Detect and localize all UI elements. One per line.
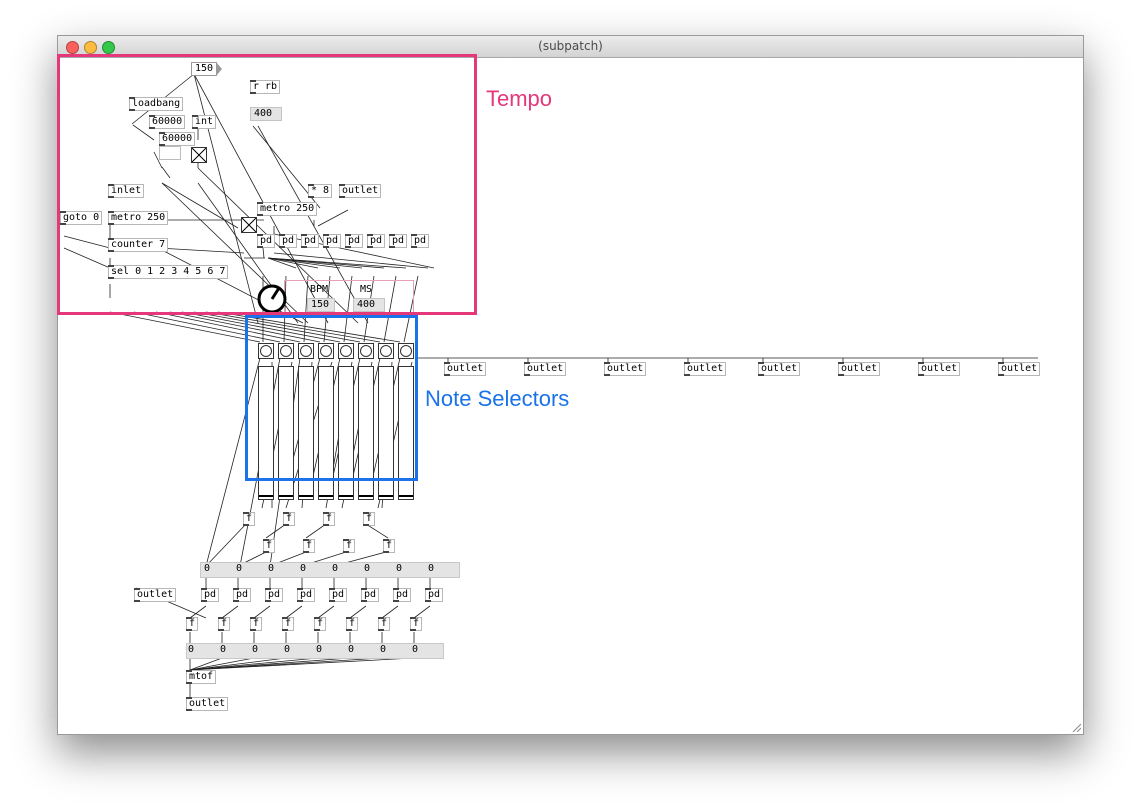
outlet-step-2[interactable]: outlet <box>524 362 567 376</box>
float-object[interactable]: f <box>243 512 256 526</box>
note-number[interactable]: 0 <box>332 563 338 574</box>
float-object[interactable]: f <box>303 539 316 553</box>
pd-object[interactable]: pd <box>425 588 444 602</box>
float-object[interactable]: f <box>250 617 263 631</box>
float-object[interactable]: f <box>218 617 231 631</box>
window-title: (subpatch) <box>538 39 603 53</box>
outlet-step-4[interactable]: outlet <box>684 362 727 376</box>
resize-grip-icon[interactable] <box>1071 722 1081 732</box>
note-selectors-highlight-box <box>245 315 418 481</box>
float-object[interactable]: f <box>343 539 356 553</box>
float-object[interactable]: f <box>378 617 391 631</box>
midi-number[interactable]: 0 <box>188 644 194 655</box>
outlet-bottom[interactable]: outlet <box>186 697 229 711</box>
outlet-left[interactable]: outlet <box>134 588 177 602</box>
midi-number[interactable]: 0 <box>284 644 290 655</box>
midi-number[interactable]: 0 <box>220 644 226 655</box>
outlet-step-3[interactable]: outlet <box>604 362 647 376</box>
pd-object[interactable]: pd <box>297 588 316 602</box>
pd-object[interactable]: pd <box>393 588 412 602</box>
pd-object[interactable]: pd <box>201 588 220 602</box>
float-object[interactable]: f <box>282 617 295 631</box>
midi-number[interactable]: 0 <box>348 644 354 655</box>
outlet-step-1[interactable]: outlet <box>444 362 487 376</box>
float-object[interactable]: f <box>186 617 199 631</box>
float-object[interactable]: f <box>323 512 336 526</box>
note-number[interactable]: 0 <box>300 563 306 574</box>
midi-number[interactable]: 0 <box>380 644 386 655</box>
pd-object[interactable]: pd <box>265 588 284 602</box>
float-object[interactable]: f <box>363 512 376 526</box>
outlet-step-8[interactable]: outlet <box>998 362 1041 376</box>
pd-object[interactable]: pd <box>233 588 252 602</box>
midi-number[interactable]: 0 <box>316 644 322 655</box>
tempo-highlight-box <box>57 54 477 315</box>
mtof-object[interactable]: mtof <box>186 670 217 684</box>
float-object[interactable]: f <box>410 617 423 631</box>
float-object[interactable]: f <box>263 539 276 553</box>
tempo-annotation: Tempo <box>486 86 553 111</box>
note-number[interactable]: 0 <box>204 563 210 574</box>
float-object[interactable]: f <box>314 617 327 631</box>
note-number[interactable]: 0 <box>364 563 370 574</box>
midi-number[interactable]: 0 <box>412 644 418 655</box>
note-selectors-annotation: Note Selectors <box>425 386 570 411</box>
float-object[interactable]: f <box>346 617 359 631</box>
note-number[interactable]: 0 <box>268 563 274 574</box>
pd-object[interactable]: pd <box>361 588 380 602</box>
outlet-step-5[interactable]: outlet <box>758 362 801 376</box>
pd-object[interactable]: pd <box>329 588 348 602</box>
float-object[interactable]: f <box>383 539 396 553</box>
note-number[interactable]: 0 <box>428 563 434 574</box>
note-number[interactable]: 0 <box>396 563 402 574</box>
float-object[interactable]: f <box>283 512 296 526</box>
outlet-step-7[interactable]: outlet <box>918 362 961 376</box>
note-number[interactable]: 0 <box>236 563 242 574</box>
midi-number[interactable]: 0 <box>252 644 258 655</box>
outlet-step-6[interactable]: outlet <box>838 362 881 376</box>
